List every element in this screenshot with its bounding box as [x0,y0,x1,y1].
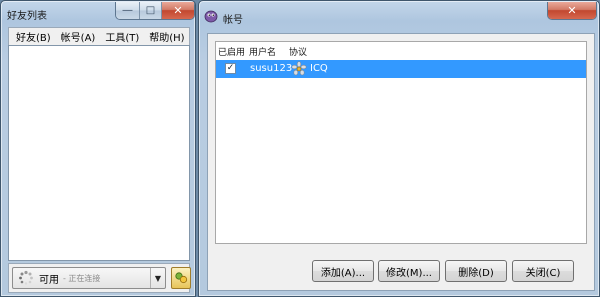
status-label: 可用 [39,274,59,286]
menu-help[interactable]: 帮助(H) [144,29,189,44]
buddy-list-area[interactable] [8,45,190,261]
window-controls: ✕ [547,2,597,20]
window-title: 好友列表 [7,11,47,22]
window-controls: ― □ ✕ [115,2,195,20]
connecting-spinner-icon [19,270,33,285]
modify-button[interactable]: 修改(M)... [378,260,440,282]
dropdown-arrow-button[interactable]: ▼ [150,268,165,288]
title-bar[interactable]: 帐号 ✕ [199,1,599,26]
buddy-icon [175,272,188,284]
window-title: 帐号 [223,15,243,26]
close-button[interactable]: ✕ [162,2,194,19]
chevron-down-icon: ▼ [154,273,162,283]
accounts-list[interactable]: 已启用 用户名 协议 ✓ susu123 ICQ [215,41,587,244]
minimize-icon: ― [122,4,133,16]
close-button[interactable]: ✕ [548,2,596,19]
pidgin-icon [204,10,218,23]
account-row[interactable]: ✓ susu123 ICQ [216,60,586,78]
menu-buddies[interactable]: 好友(B) [11,29,56,44]
close-icon: ✕ [173,4,183,17]
column-header-enabled[interactable]: 已启用 [218,45,245,58]
accounts-window: 帐号 ✕ 已启用 用户名 协议 ✓ susu123 ICQ 添加(A)... 修… [198,0,600,297]
buddy-list-window: 好友列表 ― □ ✕ 好友(B) 帐号(A) 工具(T) 帮助(H) 可用 - … [0,0,196,297]
delete-button[interactable]: 删除(D) [445,260,507,282]
menu-accounts[interactable]: 帐号(A) [56,29,101,44]
menu-bar: 好友(B) 帐号(A) 工具(T) 帮助(H) [8,27,190,45]
accounts-dialog-body: 已启用 用户名 协议 ✓ susu123 ICQ 添加(A)... 修改(M).… [207,33,595,291]
maximize-icon: □ [145,4,156,16]
enabled-checkbox[interactable]: ✓ [225,63,236,74]
menu-tools[interactable]: 工具(T) [100,29,144,44]
column-header-username[interactable]: 用户名 [249,45,276,58]
minimize-button[interactable]: ― [116,2,140,19]
account-username: susu123 [250,63,293,74]
icq-flower-icon [291,61,307,76]
title-bar[interactable]: 好友列表 ― □ ✕ [1,1,195,25]
status-bar: 可用 - 正在连接 ▼ [8,263,191,293]
list-header: 已启用 用户名 协议 [216,42,586,58]
account-protocol: ICQ [310,63,328,74]
add-button[interactable]: 添加(A)... [312,260,374,282]
column-header-protocol[interactable]: 协议 [289,45,307,58]
status-sublabel: - 正在连接 [63,273,101,283]
status-selector[interactable]: 可用 - 正在连接 ▼ [12,267,166,289]
close-icon: ✕ [567,4,577,17]
maximize-button[interactable]: □ [140,2,162,19]
buddy-icon-button[interactable] [171,267,191,289]
close-dialog-button[interactable]: 关闭(C) [512,260,574,282]
